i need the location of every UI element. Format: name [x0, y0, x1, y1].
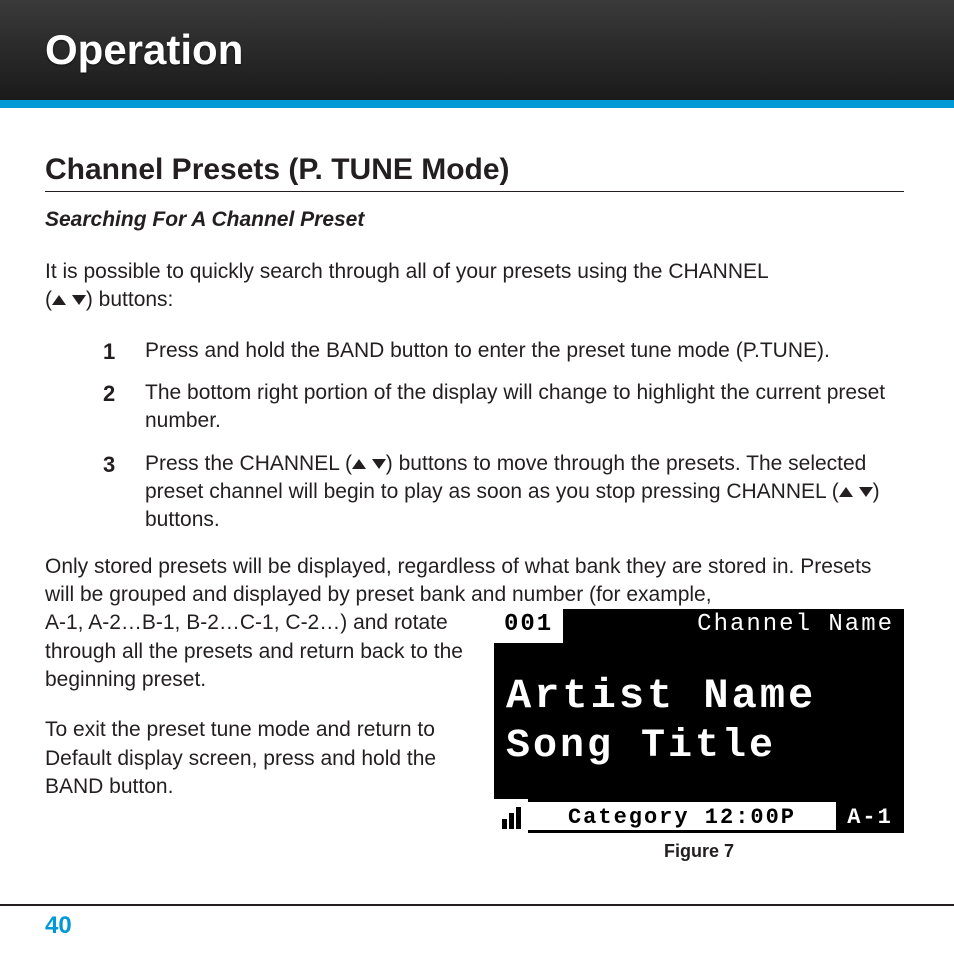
step-number: 3: [103, 450, 115, 480]
page-header: Operation: [0, 0, 954, 100]
lcd-category-time: Category 12:00P: [528, 802, 836, 830]
step-item: 1 Press and hold the BAND button to ente…: [103, 337, 904, 365]
header-title: Operation: [45, 26, 243, 74]
lcd-artist-name: Artist Name: [506, 674, 892, 718]
figure-caption: Figure 7: [494, 841, 904, 862]
section-title: Channel Presets (P. TUNE Mode): [45, 153, 904, 187]
header-accent-bar: [0, 100, 954, 108]
footer-rule: [0, 904, 954, 906]
step-number: 2: [103, 379, 115, 409]
section-subtitle: Searching For A Channel Preset: [45, 208, 904, 232]
body-para1b: A-1, A-2…B-1, B-2…C-1, C-2…) and rotate …: [45, 609, 466, 694]
step-item: 2 The bottom right portion of the displa…: [103, 379, 904, 436]
down-arrow-icon: [372, 459, 386, 469]
steps-list: 1 Press and hold the BAND button to ente…: [103, 337, 904, 535]
lcd-preset-number: A-1: [836, 802, 904, 830]
up-arrow-icon: [839, 487, 853, 497]
body-para1a: Only stored presets will be displayed, r…: [45, 553, 904, 610]
lcd-channel-name: Channel Name: [563, 609, 904, 643]
lcd-song-title: Song Title: [506, 726, 892, 768]
up-arrow-icon: [352, 459, 366, 469]
body-para2: To exit the preset tune mode and return …: [45, 716, 466, 801]
step-number: 1: [103, 337, 115, 367]
step-text: Press and hold the BAND button to enter …: [145, 339, 830, 362]
intro-line1: It is possible to quickly search through…: [45, 260, 769, 283]
intro-suffix: ) buttons:: [86, 288, 174, 311]
page-number: 40: [45, 912, 954, 940]
signal-bars-icon: [494, 799, 528, 833]
page-footer: 40: [0, 904, 954, 954]
intro-paragraph: It is possible to quickly search through…: [45, 258, 904, 315]
down-arrow-icon: [859, 487, 873, 497]
lcd-display-figure: 001 Channel Name Artist Name Song Title …: [494, 609, 904, 833]
step-text: The bottom right portion of the display …: [145, 381, 885, 432]
step-item: 3 Press the CHANNEL ( ) buttons to move …: [103, 450, 904, 535]
down-arrow-icon: [72, 295, 86, 305]
up-arrow-icon: [52, 295, 66, 305]
lcd-channel-number: 001: [494, 609, 563, 643]
intro-prefix: (: [45, 288, 52, 311]
step-text-part1: Press the CHANNEL (: [145, 452, 352, 475]
section-rule: [45, 191, 904, 192]
